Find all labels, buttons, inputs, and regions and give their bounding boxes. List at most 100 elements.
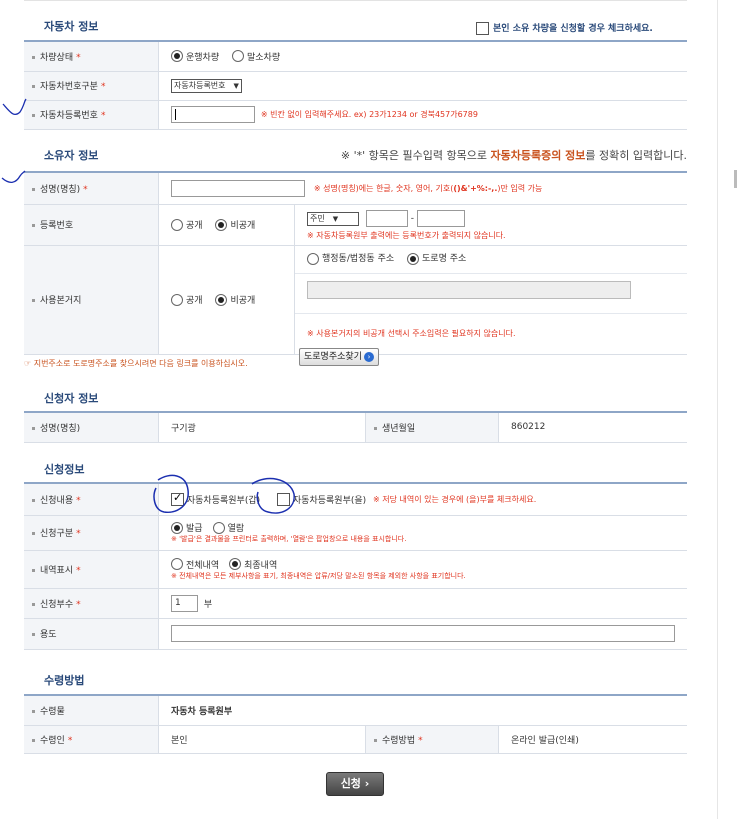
applicant-birth-value: 860212: [498, 412, 687, 443]
address-jibun-radio[interactable]: [307, 253, 319, 265]
road-address-link-text: ☞ 지번주소로 도로명주소를 찾으시려면 다음 링크를 이용하십시오.: [24, 359, 248, 368]
road-address-search-label: 도로명주소찾기: [304, 352, 362, 362]
regno-front-input[interactable]: [365, 210, 408, 227]
road-address-search-button[interactable]: 도로명주소찾기 ›: [299, 348, 379, 366]
regno-private-radio[interactable]: [215, 218, 228, 231]
applicant-name-label: 성명(명칭): [40, 423, 81, 434]
address-field-wrap: [295, 280, 687, 314]
address-public-label: 공개: [186, 296, 203, 306]
radio-operating[interactable]: [171, 50, 183, 63]
right-divider: [717, 0, 718, 819]
arrow-right-icon: ›: [363, 352, 374, 362]
owner-name-input[interactable]: [171, 179, 305, 197]
owner-name-hint: ※ 성명(명칭)에는 한글, 숫자, 영어, 기호(()&'+%:-,.)만 입…: [313, 183, 543, 193]
display-label: 내역표시: [40, 565, 74, 576]
owner-vehicle-check-label: 본인 소유 차량을 신청할 경우 체크하세요.: [493, 24, 653, 34]
radio-deregistered-label: 말소차량: [247, 52, 281, 63]
display-note: ※ 전체내역은 모든 제부사항을 표기, 최종내역은 압류/저당 말소된 항목을…: [171, 571, 466, 580]
applicant-table: 성명(명칭) 구기광 생년월일 860212: [24, 411, 687, 443]
submit-button[interactable]: 신청 ›: [326, 772, 384, 796]
request-kind-row: 신청구분 * 발급 열람 ※ '발급'은 결과물을 프린터로 출력하며, '열람'은…: [24, 515, 687, 551]
register-eul-checkbox[interactable]: [277, 492, 291, 506]
issue-radio[interactable]: [171, 521, 183, 534]
applicant-row: 성명(명칭) 구기광 생년월일 860212: [24, 412, 687, 443]
receipt-doc-label: 수령물: [40, 706, 65, 717]
receipt-who-row: 수령인 * 본인 수령방법 * 온라인 발급(인쇄): [24, 725, 687, 754]
owner-regno-row: 등록번호 공개 비공개 주민 ▼ - ※ 자동차등록원부 출력에는 등록번호가 출…: [24, 204, 687, 246]
plate-type-row: 자동차번호구분 * 자동차등록번호 ▼: [24, 71, 687, 101]
request-section-title: 신청정보: [44, 463, 85, 476]
owner-address-label: 사용본거지: [40, 296, 82, 306]
check-mark-1: [2, 98, 27, 116]
regno-type-value: 주민: [310, 213, 325, 223]
vehicle-status-row: 차량상태 * 운행차량 말소차량: [24, 41, 687, 72]
regno-public-radio[interactable]: [171, 218, 183, 231]
display-row: 내역표시 * 전체내역 최종내역 ※ 전체내역은 모든 제부사항을 표기, 최종내역…: [24, 550, 687, 589]
purpose-input[interactable]: [171, 625, 675, 642]
owner-regno-label: 등록번호: [40, 221, 74, 231]
copies-unit: 부: [203, 599, 213, 610]
check-mark-2: [1, 170, 26, 183]
owner-table: 성명(명칭) * ※ 성명(명칭)에는 한글, 숫자, 영어, 기호(()&'+%…: [24, 171, 687, 355]
vehicle-section-title: 자동차 정보: [44, 20, 99, 33]
receipt-table: 수령물 자동차 등록원부 수령인 * 본인 수령방법 * 온라인 발급(인쇄): [24, 694, 687, 754]
regno-back-input[interactable]: [416, 210, 465, 227]
vehicle-status-label: 차량상태: [40, 52, 74, 63]
top-divider: [24, 0, 687, 1]
request-table: 신청내용 * ✓ 자동차등록원부(갑) 자동차등록원부(을) ※ 저당 내역이 있…: [24, 482, 687, 650]
address-private-radio[interactable]: [215, 293, 228, 306]
plate-number-hint: ※ 빈칸 없이 입력해주세요. ex) 23가1234 or 경북457가678…: [260, 110, 478, 119]
owner-address-row: 사용본거지 공개 비공개 행정동/법정동 주소 도로명 주소 ※ 사용본거지의 …: [24, 245, 687, 355]
display-final-radio[interactable]: [229, 558, 242, 570]
display-final-label: 최종내역: [244, 560, 278, 571]
copies-label: 신청부수: [40, 599, 74, 610]
register-gap-checkbox[interactable]: ✓: [171, 491, 184, 506]
register-gap-label: 자동차등록원부(갑): [186, 495, 261, 506]
address-road-label: 도로명 주소: [422, 253, 467, 264]
receipt-method-value: 온라인 발급(인쇄): [498, 725, 687, 754]
address-input[interactable]: [307, 280, 631, 299]
address-jibun-label: 행정동/법정동 주소: [322, 253, 395, 264]
chevron-down-icon: ▼: [233, 81, 239, 90]
regno-dash: -: [410, 213, 414, 224]
address-private-label: 비공개: [230, 296, 256, 306]
address-type-options: 행정동/법정동 주소 도로명 주소: [295, 246, 687, 274]
plate-type-value: 자동차등록번호: [174, 80, 226, 90]
purpose-row: 용도: [24, 618, 687, 650]
owner-section-title: 소유자 정보: [44, 149, 99, 162]
owner-name-row: 성명(명칭) * ※ 성명(명칭)에는 한글, 숫자, 영어, 기호(()&'+%…: [24, 172, 687, 205]
address-public-radio[interactable]: [171, 293, 183, 306]
view-radio[interactable]: [212, 521, 225, 534]
plate-type-label: 자동차번호구분: [40, 82, 98, 92]
register-eul-label: 자동차등록원부(을): [292, 495, 367, 506]
plate-number-input[interactable]: [171, 106, 255, 123]
radio-deregistered[interactable]: [232, 50, 244, 63]
copies-input[interactable]: 1: [171, 594, 198, 612]
radio-operating-label: 운행차량: [186, 52, 220, 63]
request-content-row: 신청내용 * ✓ 자동차등록원부(갑) 자동차등록원부(을) ※ 저당 내역이 있…: [24, 483, 687, 516]
required-notice: ※ '*' 항목은 필수입력 항목으로 자동차등록증의 정보를 정확히 입력합니…: [340, 149, 687, 162]
text-cursor: [175, 109, 176, 120]
regno-type-select[interactable]: 주민 ▼: [307, 211, 359, 226]
owner-vehicle-check[interactable]: 본인 소유 차량을 신청할 경우 체크하세요.: [476, 21, 653, 35]
request-content-label: 신청내용: [40, 495, 74, 506]
plate-number-label: 자동차등록번호: [40, 111, 98, 121]
regno-private-label: 비공개: [230, 221, 256, 231]
scroll-marker: [734, 170, 737, 188]
issue-label: 발급: [186, 524, 203, 534]
view-label: 열람: [227, 524, 245, 534]
receipt-who-label: 수령인: [40, 735, 65, 746]
plate-number-row: 자동차등록번호 * ※ 빈칸 없이 입력해주세요. ex) 23가1234 or …: [24, 100, 687, 130]
owner-name-label: 성명(명칭): [40, 184, 81, 195]
owner-vehicle-checkbox[interactable]: [476, 22, 489, 35]
plate-type-select[interactable]: 자동차등록번호 ▼: [171, 78, 242, 93]
copies-row: 신청부수 * 1 부: [24, 588, 687, 619]
chevron-down-icon: ▼: [332, 214, 339, 223]
display-all-radio[interactable]: [171, 558, 183, 570]
display-all-label: 전체내역: [186, 560, 220, 571]
receipt-method-label: 수령방법: [382, 735, 416, 746]
purpose-label: 용도: [40, 630, 57, 640]
regno-note: ※ 자동차등록원부 출력에는 등록번호가 출력되지 않습니다.: [307, 231, 506, 240]
address-road-radio[interactable]: [407, 253, 420, 265]
vehicle-table: 차량상태 * 운행차량 말소차량 자동차번호구분 * 자동차등록번호 ▼ 자동차등록번…: [24, 40, 687, 130]
